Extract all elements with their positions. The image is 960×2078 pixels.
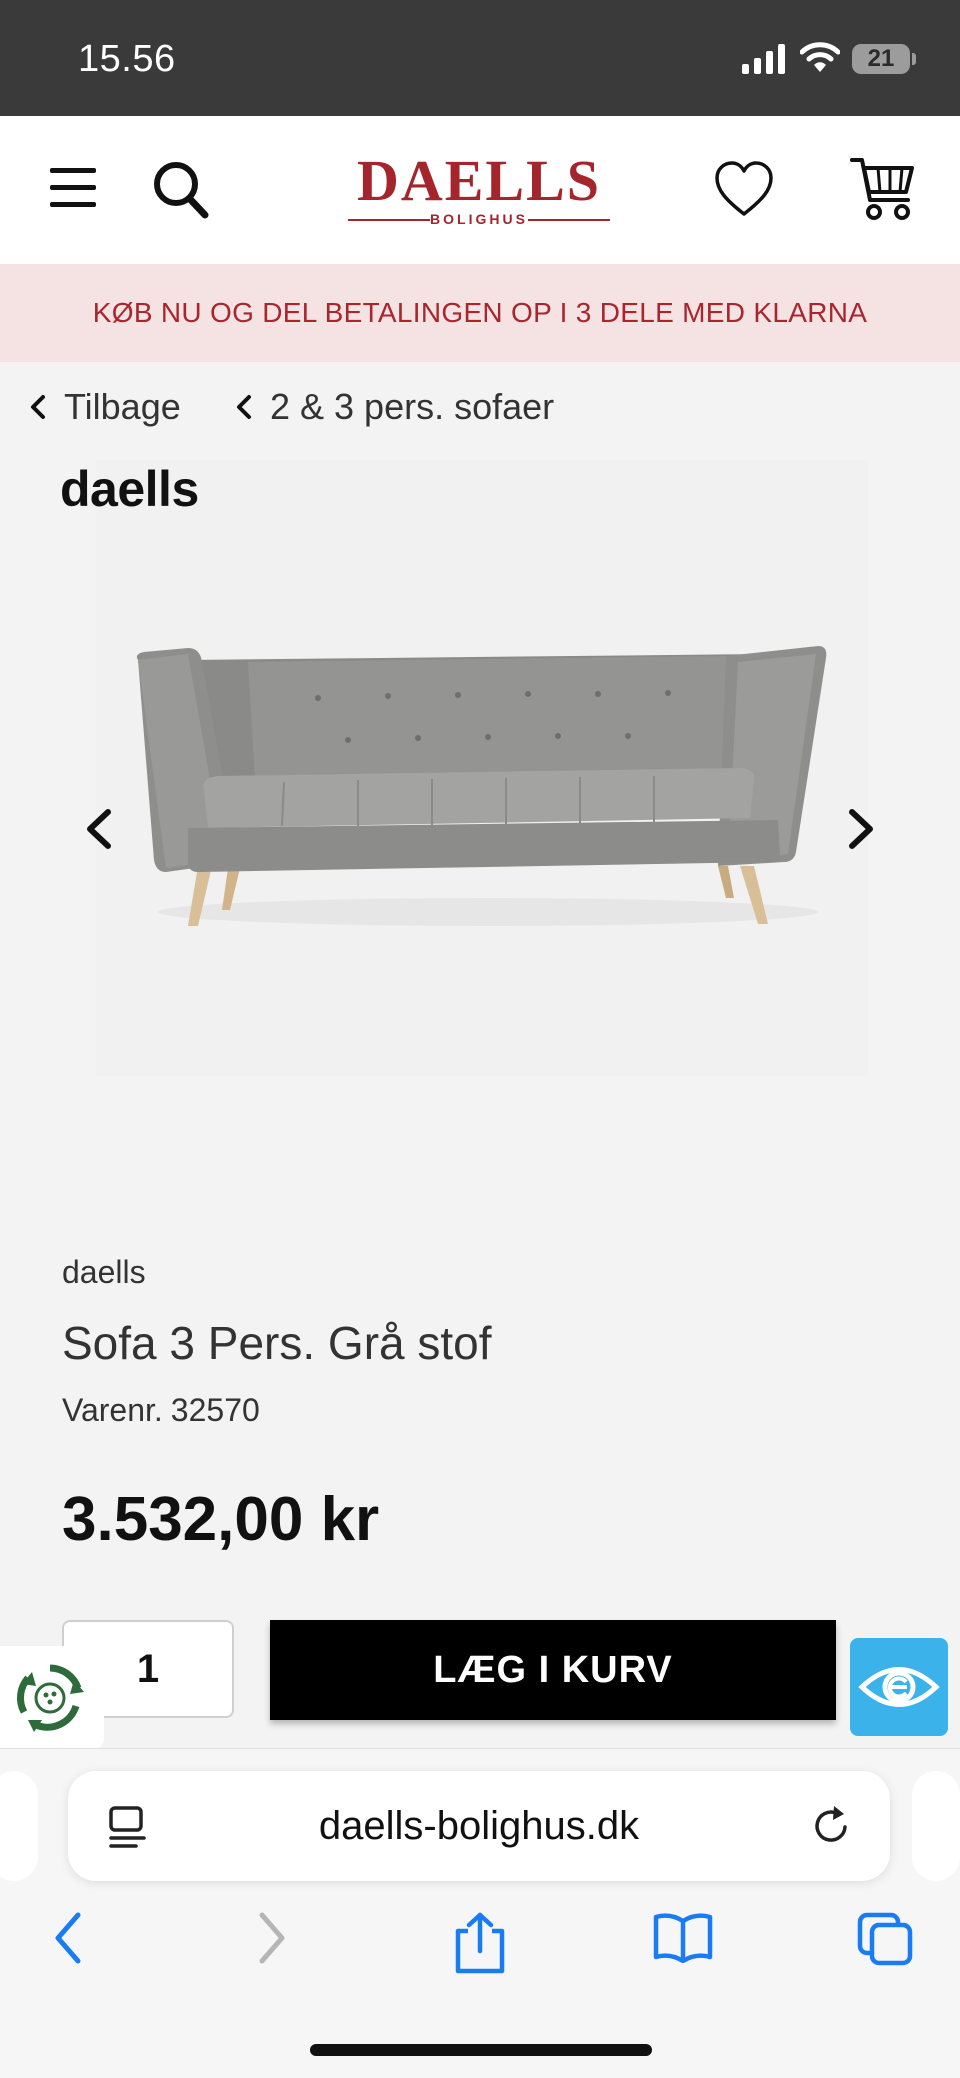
site-header: DAELLS BOLIGHUS bbox=[0, 116, 960, 264]
sustainability-badge[interactable] bbox=[0, 1646, 104, 1750]
status-time: 15.56 bbox=[78, 38, 176, 80]
category-link-label: 2 & 3 pers. sofaer bbox=[270, 386, 555, 427]
cart-icon[interactable] bbox=[850, 156, 916, 222]
eye-icon bbox=[858, 1667, 940, 1707]
browser-toolbar: daells-bolighus.dk bbox=[0, 1748, 960, 2078]
wifi-icon bbox=[800, 42, 840, 72]
status-bar: 15.56 21 bbox=[0, 0, 960, 116]
category-link[interactable]: 2 & 3 pers. sofaer bbox=[236, 386, 554, 428]
back-link-label: Tilbage bbox=[64, 386, 181, 427]
search-icon[interactable] bbox=[152, 160, 210, 220]
tabs-icon[interactable] bbox=[856, 1911, 914, 1967]
address-bar[interactable]: daells-bolighus.dk bbox=[68, 1771, 890, 1881]
product-price: 3.532,00 kr bbox=[62, 1485, 380, 1554]
gallery-prev-chevron-icon[interactable] bbox=[84, 808, 114, 850]
heart-icon[interactable] bbox=[714, 160, 774, 218]
product-image-sofa[interactable] bbox=[128, 640, 838, 940]
add-to-cart-button[interactable]: LÆG I KURV bbox=[270, 1620, 836, 1720]
recycle-icon bbox=[16, 1664, 84, 1732]
battery-nub bbox=[912, 53, 916, 65]
share-icon[interactable] bbox=[452, 1911, 508, 1975]
home-indicator[interactable] bbox=[310, 2044, 652, 2056]
previous-tab-preview[interactable] bbox=[0, 1771, 38, 1881]
logo-brand: DAELLS bbox=[356, 148, 602, 213]
chevron-left-icon bbox=[31, 395, 45, 419]
product-brand[interactable]: daells bbox=[62, 1254, 146, 1291]
sku-number: 32570 bbox=[170, 1392, 260, 1428]
product-sku: Varenr. 32570 bbox=[62, 1392, 260, 1429]
browser-forward-icon[interactable] bbox=[256, 1911, 288, 1965]
gallery-next-chevron-icon[interactable] bbox=[846, 808, 876, 850]
sku-label: Varenr. bbox=[62, 1392, 163, 1428]
url-text[interactable]: daells-bolighus.dk bbox=[188, 1771, 770, 1881]
page: 15.56 21 DAELLS BOLIGHUS KØB NU OG DEL B… bbox=[0, 0, 960, 2078]
next-tab-preview[interactable] bbox=[912, 1771, 960, 1881]
battery-indicator: 21 bbox=[852, 44, 910, 74]
reload-icon[interactable] bbox=[812, 1805, 852, 1847]
page-menu-icon[interactable] bbox=[108, 1805, 150, 1849]
accessibility-badge[interactable] bbox=[850, 1638, 948, 1736]
cellular-signal-icon bbox=[742, 44, 785, 74]
gallery-brand-mark: daells bbox=[60, 461, 199, 517]
back-link[interactable]: Tilbage bbox=[30, 386, 181, 428]
browser-back-icon[interactable] bbox=[52, 1911, 84, 1965]
bookmarks-icon[interactable] bbox=[652, 1911, 714, 1963]
logo-subtitle: BOLIGHUS bbox=[430, 211, 528, 227]
promo-banner[interactable]: KØB NU OG DEL BETALINGEN OP I 3 DELE MED… bbox=[0, 264, 960, 362]
menu-icon[interactable] bbox=[50, 168, 96, 208]
product-title: Sofa 3 Pers. Grå stof bbox=[62, 1317, 492, 1369]
chevron-left-icon bbox=[237, 395, 251, 419]
site-logo[interactable]: DAELLS BOLIGHUS bbox=[344, 152, 614, 228]
